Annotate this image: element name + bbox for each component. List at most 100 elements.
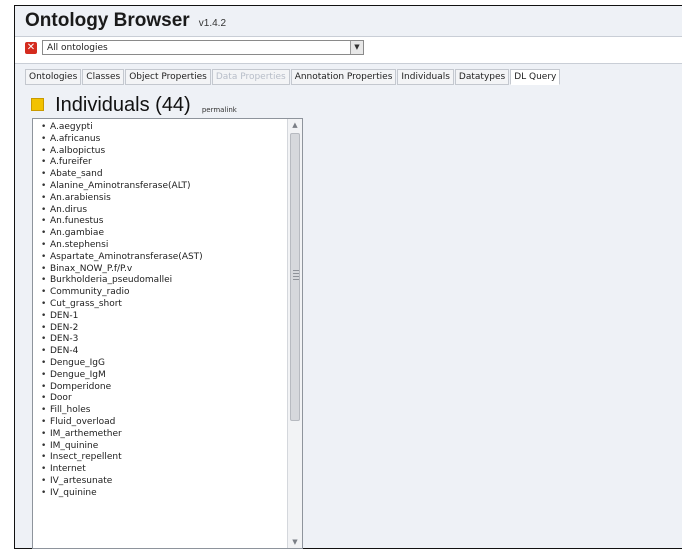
bullet-icon: • xyxy=(41,428,47,439)
list-item[interactable]: • An.funestus xyxy=(41,216,302,228)
list-item[interactable]: • Insect_repellent xyxy=(41,452,302,464)
list-item[interactable]: • DEN-3 xyxy=(41,334,302,346)
list-item-label: An.arabiensis xyxy=(50,192,111,203)
app-title: Ontology Browser xyxy=(25,10,190,31)
list-item-label: Binax_NOW_P.f/P.v xyxy=(50,263,133,274)
list-item[interactable]: • Internet xyxy=(41,464,302,476)
scroll-down-arrow-icon[interactable]: ▼ xyxy=(288,536,302,548)
app-version: v1.4.2 xyxy=(198,18,227,29)
list-item-label: Insect_repellent xyxy=(50,452,122,463)
ontology-browser-window: Ontology Browser v1.4.2 ✕ All ontologies… xyxy=(14,5,682,549)
bullet-icon: • xyxy=(41,157,47,168)
tab-classes[interactable]: Classes xyxy=(82,69,125,85)
list-item[interactable]: • Burkholderia_pseudomallei xyxy=(41,275,302,287)
close-icon[interactable]: ✕ xyxy=(25,42,37,54)
list-item-label: IM_arthemether xyxy=(50,428,122,439)
scrollbar-thumb[interactable] xyxy=(290,133,300,421)
bullet-icon: • xyxy=(41,287,47,298)
ontology-select-value: All ontologies xyxy=(47,43,108,53)
list-item[interactable]: • Cut_grass_short xyxy=(41,299,302,311)
list-item-label: Dengue_IgM xyxy=(50,369,106,380)
list-item[interactable]: • DEN-2 xyxy=(41,323,302,335)
tab-ontologies[interactable]: Ontologies xyxy=(25,69,82,85)
list-item[interactable]: • A.fureifer xyxy=(41,157,302,169)
bullet-icon: • xyxy=(41,204,47,215)
list-item[interactable]: • DEN-1 xyxy=(41,311,302,323)
list-item[interactable]: • IM_arthemether xyxy=(41,429,302,441)
list-item-label: IM_quinine xyxy=(50,440,99,451)
permalink-link[interactable]: permalink xyxy=(202,106,237,114)
list-item[interactable]: • Dengue_IgG xyxy=(41,358,302,370)
list-item-label: Fluid_overload xyxy=(50,416,116,427)
list-item-label: Domperidone xyxy=(50,381,112,392)
bullet-icon: • xyxy=(41,251,47,262)
bullet-icon: • xyxy=(41,275,47,286)
tab-individuals[interactable]: Individuals xyxy=(397,69,454,85)
vertical-scrollbar[interactable]: ▲ ▼ xyxy=(287,119,302,548)
section-header: Individuals (44) permalink xyxy=(31,94,237,118)
list-item[interactable]: • DEN-4 xyxy=(41,346,302,358)
bullet-icon: • xyxy=(41,475,47,486)
list-item-label: Cut_grass_short xyxy=(50,298,122,309)
bullet-icon: • xyxy=(41,310,47,321)
list-item[interactable]: • Abate_sand xyxy=(41,169,302,181)
folder-icon xyxy=(31,98,44,111)
list-item[interactable]: • Domperidone xyxy=(41,382,302,394)
list-item[interactable]: • A.aegypti xyxy=(41,122,302,134)
list-item-label: A.albopictus xyxy=(50,145,106,156)
ontology-select-bar: ✕ All ontologies ▼ xyxy=(15,36,682,64)
list-item[interactable]: • An.gambiae xyxy=(41,228,302,240)
list-item[interactable]: • IV_artesunate xyxy=(41,476,302,488)
list-item[interactable]: • A.africanus xyxy=(41,134,302,146)
bullet-icon: • xyxy=(41,369,47,380)
bullet-icon: • xyxy=(41,216,47,227)
list-item[interactable]: • IV_quinine xyxy=(41,488,302,500)
ontology-select[interactable]: All ontologies ▼ xyxy=(42,40,364,55)
scroll-up-arrow-icon[interactable]: ▲ xyxy=(288,119,302,131)
list-item[interactable]: • IM_quinine xyxy=(41,441,302,453)
list-item-label: An.funestus xyxy=(50,216,104,227)
tab-datatypes[interactable]: Datatypes xyxy=(454,69,510,85)
chevron-down-icon[interactable]: ▼ xyxy=(350,41,363,54)
bullet-icon: • xyxy=(41,334,47,345)
list-item-label: DEN-1 xyxy=(50,310,79,321)
bullet-icon: • xyxy=(41,322,47,333)
list-item-label: A.africanus xyxy=(50,133,101,144)
app-header: Ontology Browser v1.4.2 xyxy=(25,10,226,36)
list-item[interactable]: • A.albopictus xyxy=(41,146,302,158)
list-item[interactable]: • Binax_NOW_P.f/P.v xyxy=(41,264,302,276)
tab-annotation-properties[interactable]: Annotation Properties xyxy=(290,69,397,85)
tab-bar: Ontologies Classes Object Properties Data P… xyxy=(25,69,561,85)
tab-object-properties[interactable]: Object Properties xyxy=(125,69,211,85)
list-item[interactable]: • Fluid_overload xyxy=(41,417,302,429)
list-item-label: Fill_holes xyxy=(50,405,91,416)
bullet-icon: • xyxy=(41,393,47,404)
list-item[interactable]: • Alanine_Aminotransferase(ALT) xyxy=(41,181,302,193)
list-item[interactable]: • Dengue_IgM xyxy=(41,370,302,382)
list-item[interactable]: • An.stephensi xyxy=(41,240,302,252)
list-item-label: Aspartate_Aminotransferase(AST) xyxy=(50,251,203,262)
bullet-icon: • xyxy=(41,263,47,274)
bullet-icon: • xyxy=(41,239,47,250)
list-item[interactable]: • Door xyxy=(41,393,302,405)
bullet-icon: • xyxy=(41,452,47,463)
list-item-label: IV_quinine xyxy=(50,487,97,498)
tab-dl-query[interactable]: DL Query xyxy=(510,69,561,85)
list-item-label: Door xyxy=(50,393,72,404)
bullet-icon: • xyxy=(41,145,47,156)
list-item[interactable]: • Community_radio xyxy=(41,287,302,299)
list-item[interactable]: • An.arabiensis xyxy=(41,193,302,205)
list-item[interactable]: • Aspartate_Aminotransferase(AST) xyxy=(41,252,302,264)
list-item-label: DEN-2 xyxy=(50,322,79,333)
list-item[interactable]: • An.dirus xyxy=(41,205,302,217)
list-item-label: DEN-4 xyxy=(50,346,79,357)
list-item-label: IV_artesunate xyxy=(50,475,113,486)
list-item[interactable]: • Fill_holes xyxy=(41,405,302,417)
bullet-icon: • xyxy=(41,357,47,368)
bullet-icon: • xyxy=(41,416,47,427)
bullet-icon: • xyxy=(41,346,47,357)
bullet-icon: • xyxy=(41,192,47,203)
list-item-label: An.dirus xyxy=(50,204,88,215)
list-item-label: Abate_sand xyxy=(50,169,103,180)
individuals-list[interactable]: • A.aegypti • A.africanus • A.albopictus • A.fu… xyxy=(32,118,303,549)
